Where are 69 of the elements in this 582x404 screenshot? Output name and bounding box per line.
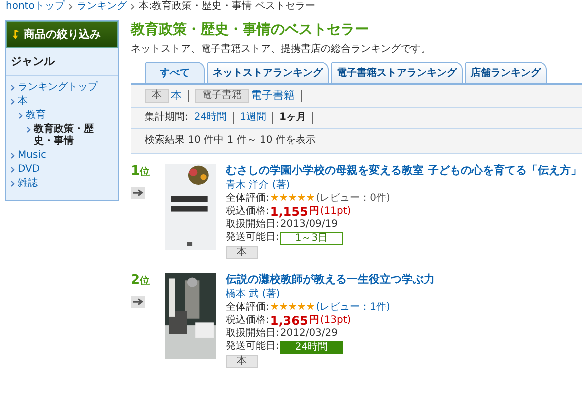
format-link[interactable]: 本 (171, 90, 182, 102)
period-label: 集計期間: (145, 112, 188, 124)
format-badge: 本 (226, 355, 258, 368)
chevron-icon (11, 181, 15, 187)
chevron-icon (11, 99, 15, 105)
format-link[interactable]: 電子書籍 (251, 90, 295, 102)
arrow-button[interactable] (131, 296, 145, 308)
format-badge: 本 (226, 246, 258, 259)
rating-label: 全体評価: (226, 302, 270, 314)
author-link[interactable]: 橋本 武 (著) (226, 289, 280, 301)
breadcrumb-link[interactable]: hontoトップ (6, 1, 65, 13)
price-label: 税込価格: (226, 315, 270, 327)
book-title-link[interactable]: むさしの学園小学校の母親を変える教室 子どもの心を育てる「伝え方」 (226, 164, 582, 177)
genre-heading: ジャンル (6, 48, 118, 76)
date-value: 2013/09/19 (280, 219, 338, 231)
shipping-label: 発送可能日: (226, 341, 280, 353)
period-link[interactable]: 1ヶ月 (279, 112, 306, 124)
book-title-link[interactable]: 伝説の灘校教師が教える一生役立つ学ぶ力 (226, 273, 435, 286)
chevron-icon (11, 167, 15, 173)
chevron-icon (11, 85, 15, 91)
rating-label: 全体評価: (226, 193, 270, 205)
chevron-icon (68, 4, 73, 10)
shipping-badge: 1～3日 (280, 232, 344, 244)
breadcrumb-current: 本:教育政策・歴史・事情 ベストセラー (138, 1, 316, 13)
star-rating: ★★★★★ (270, 193, 316, 205)
ranking-tab[interactable]: 店舗ランキング (465, 62, 547, 83)
review-count: (レビュー：0件) (316, 193, 390, 205)
ranking-tab[interactable]: ネットストアランキング (207, 62, 329, 83)
price-value: 1,155 (270, 206, 308, 218)
rank-label: 1位 (131, 164, 150, 179)
review-count[interactable]: (レビュー：1件) (316, 302, 390, 314)
format-badge: 本 (145, 89, 169, 103)
date-value: 2012/03/29 (280, 328, 338, 340)
filter-icon (12, 28, 21, 40)
ranking-tab[interactable]: すべて (145, 62, 205, 83)
breadcrumb-link[interactable]: ランキング (76, 1, 127, 13)
currency-label: 円 (309, 206, 320, 218)
period-link[interactable]: 24時間 (194, 112, 228, 124)
ranking-tab[interactable]: 電子書籍ストアランキング (331, 62, 463, 83)
chevron-icon (11, 153, 15, 159)
price-label: 税込価格: (226, 206, 270, 218)
shipping-badge: 24時間 (280, 340, 344, 354)
genre-link[interactable]: 教育 (26, 110, 46, 122)
genre-link[interactable]: 雑誌 (18, 178, 38, 190)
genre-link[interactable]: ランキングトップ (18, 82, 98, 94)
date-label: 取扱開始日: (226, 219, 280, 231)
price-value: 1,365 (270, 315, 308, 327)
result-count: 検索結果 10 件中 1 件～ 10 件を表示 (145, 135, 316, 147)
rank-label: 2位 (131, 273, 150, 288)
chevron-icon (130, 4, 135, 10)
genre-link[interactable]: DVD (18, 164, 40, 176)
page-title: 教育政策・歴史・事情のベストセラー (131, 21, 370, 39)
chevron-icon (19, 113, 23, 119)
currency-label: 円 (309, 315, 320, 327)
points-label: (13pt) (320, 315, 352, 327)
date-label: 取扱開始日: (226, 328, 280, 340)
arrow-button[interactable] (131, 187, 145, 199)
author-link[interactable]: 青木 洋介 (著) (226, 180, 290, 192)
points-label: (11pt) (320, 206, 352, 218)
shipping-label: 発送可能日: (226, 232, 280, 244)
period-link[interactable]: 1週間 (240, 112, 266, 124)
genre-link[interactable]: Music (18, 150, 46, 162)
genre-link[interactable]: 教育政策・歴史・事情 (34, 124, 113, 148)
format-badge: 電子書籍 (195, 89, 249, 103)
description-text: ネットストア、電子書籍ストア、提携書店の総合ランキングです。 (131, 42, 432, 56)
star-rating: ★★★★★ (270, 302, 316, 314)
genre-link[interactable]: 本 (18, 96, 28, 108)
chevron-icon (27, 127, 31, 133)
sidebar-title: 商品の絞り込み (24, 27, 101, 42)
